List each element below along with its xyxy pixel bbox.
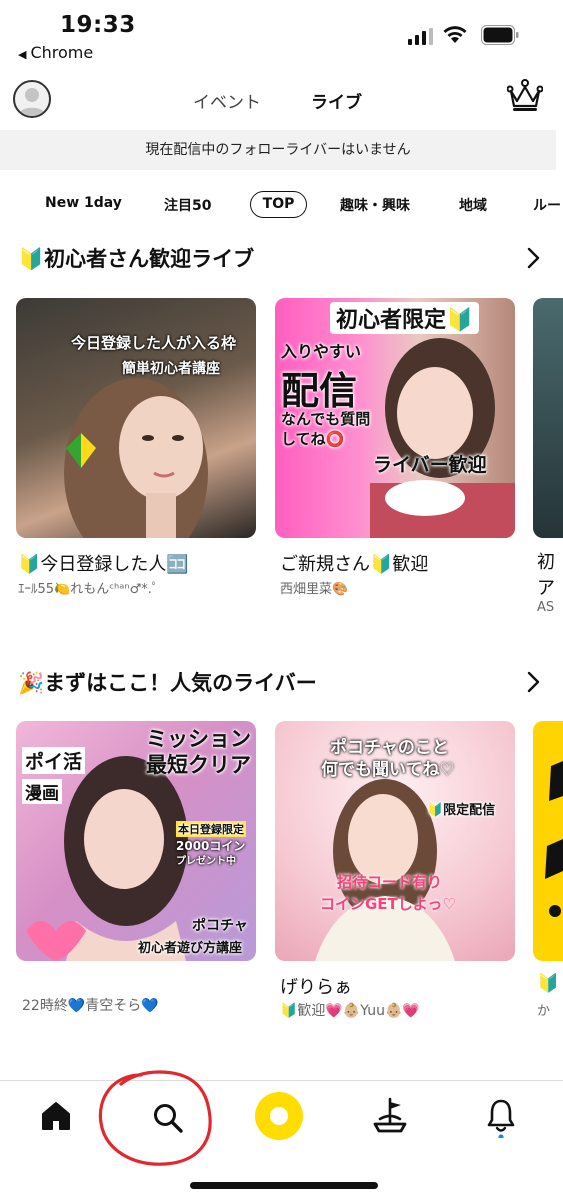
- follow-notice-banner: 現在配信中のフォローライバーはいません: [0, 130, 556, 170]
- streamer-name: 22時終💙青空そら💙: [22, 998, 159, 1014]
- home-icon[interactable]: [40, 1100, 72, 1132]
- status-time: 19:33: [60, 12, 136, 38]
- profile-avatar[interactable]: [13, 80, 51, 118]
- thumbnail-caption: 簡単初心者講座: [122, 361, 220, 377]
- search-icon[interactable]: [151, 1101, 185, 1135]
- crown-ranking-icon[interactable]: [507, 79, 543, 113]
- live-title[interactable]: 初: [537, 548, 563, 574]
- live-thumbnail[interactable]: [533, 721, 563, 961]
- thumbnail-caption: 入りやすい: [281, 342, 362, 361]
- thumbnail-caption: 漫画: [22, 779, 62, 804]
- thumbnail-caption: コインGETしよっ♡: [320, 895, 456, 913]
- thumbnail-caption: 本日登録限定: [176, 821, 246, 837]
- status-bar: 19:33 ◀ Chrome: [0, 0, 563, 72]
- ship-icon[interactable]: [372, 1097, 408, 1135]
- bottom-nav-divider: [0, 1080, 563, 1081]
- thumbnail-caption: 招待コード有り: [337, 873, 443, 891]
- live-title[interactable]: ご新規さん🔰歓迎: [280, 550, 520, 576]
- live-start-icon[interactable]: [255, 1092, 303, 1140]
- back-triangle-icon: ◀: [18, 48, 27, 61]
- live-thumbnail[interactable]: 今日登録した人が入る枠 簡単初心者講座: [16, 298, 256, 538]
- live-title-line2: ア: [537, 578, 555, 599]
- section-title-popular: 🎉まずはここ！人気のライバー: [18, 671, 317, 695]
- thumbnail-caption: ポコチャ: [192, 918, 248, 934]
- thumbnail-caption: 配信: [281, 369, 358, 413]
- live-thumbnail[interactable]: 初心者限定🔰 入りやすい 配信 なんでも質問 してね⭕ ライバー歓迎: [275, 298, 515, 538]
- thumbnail-caption: 初心者限定🔰: [330, 302, 480, 334]
- battery-icon: [481, 25, 519, 45]
- category-hobby[interactable]: 趣味・興味: [340, 195, 410, 215]
- category-region[interactable]: 地域: [459, 195, 487, 215]
- thumbnail-caption: 🔰限定配信: [427, 803, 496, 818]
- streamer-name: ｴｰﾙ55🍋れもんᶜʰᵃⁿ♂*.ﾟ: [18, 582, 159, 597]
- live-title[interactable]: 🔰今日登録した人🈁: [18, 550, 258, 576]
- live-thumbnail[interactable]: ポコチャのこと 何でも聞いてね♡ 🔰限定配信 招待コード有り コインGETしよっ…: [275, 721, 515, 961]
- thumbnail-caption: なんでも質問: [281, 410, 371, 428]
- thumbnail-caption: ポイ活: [22, 747, 86, 774]
- chevron-right-icon[interactable]: [524, 247, 542, 269]
- thumbnail-caption: してね⭕: [281, 430, 345, 448]
- back-to-app-link[interactable]: ◀ Chrome: [18, 43, 93, 62]
- live-thumbnail[interactable]: [533, 298, 563, 538]
- cellular-signal-icon: [408, 28, 433, 45]
- streamer-name: 西畑里菜🎨: [280, 582, 349, 597]
- thumbnail-caption: 初心者遊び方講座: [138, 941, 243, 956]
- category-new-1day[interactable]: New 1day: [45, 195, 122, 211]
- thumbnail-graphic: [545, 761, 563, 917]
- tab-live[interactable]: ライブ: [311, 88, 362, 113]
- chevron-right-icon[interactable]: [524, 671, 542, 693]
- top-header: [0, 72, 563, 128]
- live-title[interactable]: 🔰: [537, 973, 563, 994]
- category-featured-50[interactable]: 注目50: [164, 195, 211, 215]
- thumbnail-caption: ライバー歓迎: [373, 454, 487, 476]
- streamer-name: AS: [537, 600, 555, 615]
- back-app-label: Chrome: [30, 43, 94, 62]
- user-avatar-icon: [18, 88, 46, 116]
- thumbnail-caption: 今日登録した人が入る枠: [71, 334, 237, 352]
- notification-bell-icon[interactable]: [486, 1098, 516, 1138]
- wifi-icon: [443, 26, 467, 43]
- live-title[interactable]: げりらぁ: [280, 973, 520, 999]
- thumbnail-caption: 何でも聞いてね♡: [321, 760, 455, 780]
- category-room[interactable]: ルー: [533, 195, 561, 215]
- section-title-beginner: 🔰初心者さん歓迎ライブ: [18, 247, 255, 271]
- home-indicator: [190, 1182, 378, 1189]
- thumbnail-caption: プレゼント中: [176, 856, 236, 867]
- streamer-name: 🔰歓迎💗👶🏼Yuu👶🏼💗: [280, 1003, 420, 1019]
- thumbnail-caption: 最短クリア: [146, 753, 251, 777]
- tab-event[interactable]: イベント: [193, 88, 261, 113]
- live-thumbnail[interactable]: ミッション 最短クリア ポイ活 漫画 本日登録限定 2000コイン プレゼント中…: [16, 721, 256, 961]
- category-top[interactable]: TOP: [250, 191, 307, 218]
- streamer-name: か: [537, 1004, 551, 1019]
